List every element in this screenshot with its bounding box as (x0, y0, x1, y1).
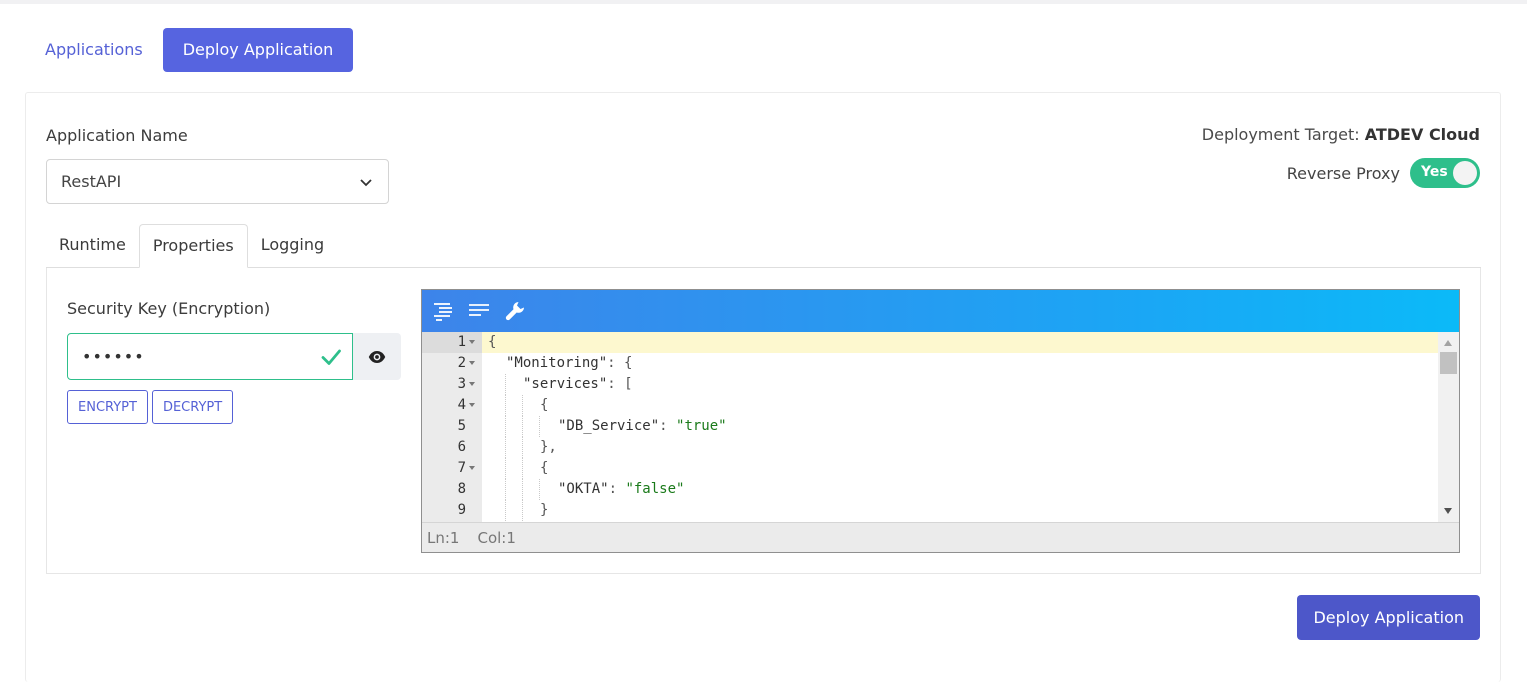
decrypt-button[interactable]: DECRYPT (151, 390, 234, 424)
wrench-icon[interactable] (504, 300, 526, 322)
deployment-target: Deployment Target: ATDEV Cloud (1202, 125, 1480, 144)
properties-panel: Security Key (Encryption) •••••• ENCRYPT… (46, 268, 1481, 574)
code-line: 6 }, (422, 437, 1438, 458)
deployment-target-label: Deployment Target: (1201, 125, 1360, 144)
deploy-application-button[interactable]: Deploy Application (1297, 595, 1480, 640)
code-string: "true" (676, 418, 727, 434)
code-text: } (540, 502, 549, 518)
scroll-thumb[interactable] (1440, 352, 1457, 374)
editor-statusbar: Ln:1 Col:1 (422, 522, 1459, 552)
code-punct: : (608, 481, 626, 497)
show-password-button[interactable] (353, 333, 401, 380)
line-number: 4 (457, 397, 466, 413)
scroll-down-arrow-icon[interactable] (1444, 508, 1452, 514)
reverse-proxy-row: Reverse Proxy Yes (1287, 158, 1480, 188)
code-punct: : { (607, 355, 633, 371)
editor-body[interactable]: 1 { 2 "Monitoring": { 3 "services": [ 4 … (422, 332, 1459, 522)
deployment-target-value: ATDEV Cloud (1364, 125, 1480, 144)
scroll-up-arrow-icon[interactable] (1444, 340, 1452, 346)
reverse-proxy-toggle[interactable]: Yes (1410, 158, 1480, 188)
security-key-input[interactable]: •••••• (67, 333, 353, 380)
application-name-label: Application Name (46, 126, 188, 145)
check-icon (321, 349, 341, 365)
tab-properties[interactable]: Properties (138, 224, 248, 268)
code-line: 8 "OKTA": "false" (422, 479, 1438, 500)
code-text: { (540, 460, 549, 476)
chevron-down-icon (360, 178, 372, 186)
code-string: "false" (625, 481, 685, 497)
code-text: { (488, 334, 497, 350)
line-number: 1 (457, 334, 466, 350)
security-key-value: •••••• (82, 347, 145, 366)
code-text: }, (540, 439, 557, 455)
top-nav: Applications Deploy Application (25, 28, 354, 72)
code-line: 5 "DB_Service": "true" (422, 416, 1438, 437)
line-number: 7 (457, 460, 466, 476)
fold-arrow-icon[interactable] (469, 403, 475, 407)
editor-toolbar (422, 290, 1459, 332)
line-number: 5 (457, 418, 466, 434)
reverse-proxy-toggle-text: Yes (1421, 164, 1448, 180)
fold-arrow-icon[interactable] (469, 382, 475, 386)
line-number: 6 (457, 439, 466, 455)
toggle-knob (1453, 161, 1477, 185)
code-punct: : (659, 418, 677, 434)
code-key: "services" (523, 376, 608, 392)
fold-arrow-icon[interactable] (469, 466, 475, 470)
line-number: 2 (457, 355, 466, 371)
nav-applications-link[interactable]: Applications (25, 28, 163, 72)
encryption-buttons: ENCRYPT DECRYPT (67, 390, 234, 424)
code-text: { (540, 397, 549, 413)
config-tabs: Runtime Properties Logging (46, 224, 1481, 268)
fold-arrow-icon[interactable] (469, 340, 475, 344)
code-line: 2 "Monitoring": { (422, 353, 1438, 374)
code-punct: : [ (607, 376, 633, 392)
application-name-value: RestAPI (61, 172, 122, 191)
reverse-proxy-label: Reverse Proxy (1286, 163, 1400, 183)
security-key-group: •••••• (67, 333, 401, 380)
top-border (0, 0, 1527, 4)
security-key-label: Security Key (Encryption) (67, 299, 271, 318)
fold-arrow-icon[interactable] (469, 361, 475, 365)
code-key: "DB_Service" (558, 418, 660, 434)
code-key: "Monitoring" (506, 355, 608, 371)
encrypt-button[interactable]: ENCRYPT (67, 390, 148, 424)
nav-deploy-application-tab[interactable]: Deploy Application (162, 28, 354, 72)
tab-runtime[interactable]: Runtime (46, 224, 139, 268)
application-name-select[interactable]: RestAPI (46, 159, 389, 204)
status-line: Ln:1 (427, 528, 460, 547)
deploy-card: Application Name RestAPI Deployment Targ… (25, 92, 1501, 682)
line-number: 3 (457, 376, 466, 392)
code-key: "OKTA" (558, 481, 609, 497)
line-number: 8 (457, 481, 466, 497)
code-line: 3 "services": [ (422, 374, 1438, 395)
json-editor: 1 { 2 "Monitoring": { 3 "services": [ 4 … (421, 289, 1460, 553)
format-json-icon[interactable] (432, 300, 454, 322)
code-line: 9 } (422, 500, 1438, 521)
code-line: 1 { (422, 332, 1438, 353)
code-line: 7 { (422, 458, 1438, 479)
editor-scrollbar[interactable] (1438, 332, 1459, 522)
status-column: Col:1 (477, 528, 516, 547)
tab-logging[interactable]: Logging (248, 224, 337, 268)
eye-icon (368, 350, 386, 363)
code-line: 4 { (422, 395, 1438, 416)
line-number: 9 (457, 502, 466, 518)
compact-json-icon[interactable] (468, 300, 490, 322)
